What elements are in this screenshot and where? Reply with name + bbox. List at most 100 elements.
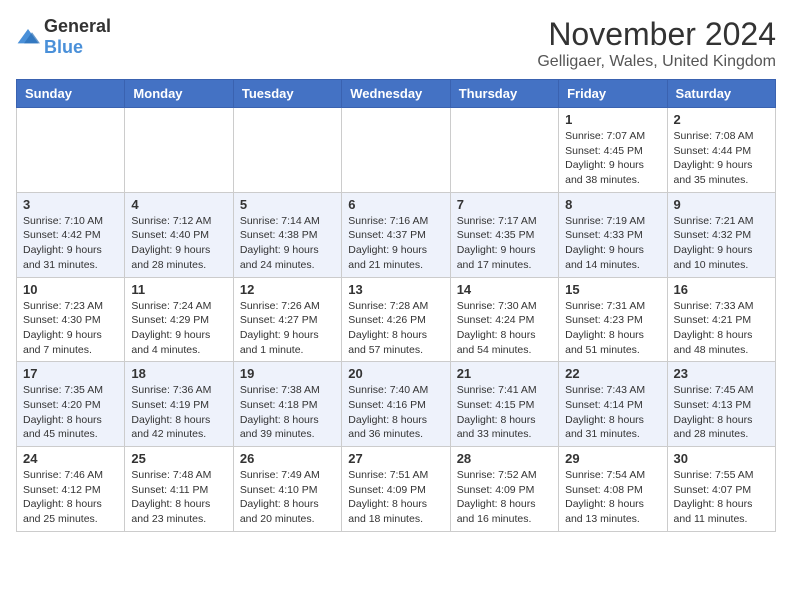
day-number: 21 [457,366,552,381]
calendar-cell: 11 Sunrise: 7:24 AM Sunset: 4:29 PM Dayli… [125,277,233,362]
calendar-cell: 9Sunrise: 7:21 AM Sunset: 4:32 PM Daylig… [667,192,775,277]
day-number: 20 [348,366,443,381]
day-info: Sunrise: 7:08 AM Sunset: 4:44 PM Dayligh… [674,129,769,188]
day-number: 23 [674,366,769,381]
calendar-cell: 18Sunrise: 7:36 AM Sunset: 4:19 PM Dayli… [125,362,233,447]
logo-blue: Blue [44,37,83,57]
calendar-cell: 25Sunrise: 7:48 AM Sunset: 4:11 PM Dayli… [125,447,233,532]
month-title: November 2024 [537,16,776,53]
calendar-cell [17,108,125,193]
calendar-week-row: 10 Sunrise: 7:23 AM Sunset: 4:30 PM Dayli… [17,277,776,362]
day-info: Sunrise: 7:07 AM Sunset: 4:45 PM Dayligh… [565,129,660,188]
calendar-cell: 14 Sunrise: 7:30 AM Sunset: 4:24 PM Dayli… [450,277,558,362]
day-number: 10 [23,282,118,297]
calendar-day-header: Saturday [667,80,775,108]
day-info: Sunrise: 7:55 AM Sunset: 4:07 PM Dayligh… [674,468,769,527]
day-info: Sunrise: 7:36 AM Sunset: 4:19 PM Dayligh… [131,383,226,442]
day-info: Sunrise: 7:26 AM Sunset: 4:27 PM Dayligh… [240,299,335,358]
calendar-cell: 13 Sunrise: 7:28 AM Sunset: 4:26 PM Dayli… [342,277,450,362]
calendar-cell: 15 Sunrise: 7:31 AM Sunset: 4:23 PM Dayli… [559,277,667,362]
calendar-cell: 2 Sunrise: 7:08 AM Sunset: 4:44 PM Daylig… [667,108,775,193]
day-info: Sunrise: 7:16 AM Sunset: 4:37 PM Dayligh… [348,214,443,273]
day-info: Sunrise: 7:54 AM Sunset: 4:08 PM Dayligh… [565,468,660,527]
day-number: 16 [674,282,769,297]
day-info: Sunrise: 7:14 AM Sunset: 4:38 PM Dayligh… [240,214,335,273]
day-number: 5 [240,197,335,212]
calendar-cell: 29 Sunrise: 7:54 AM Sunset: 4:08 PM Dayli… [559,447,667,532]
day-info: Sunrise: 7:28 AM Sunset: 4:26 PM Dayligh… [348,299,443,358]
day-info: Sunrise: 7:23 AM Sunset: 4:30 PM Dayligh… [23,299,118,358]
calendar-week-row: 1 Sunrise: 7:07 AM Sunset: 4:45 PM Daylig… [17,108,776,193]
calendar-day-header: Thursday [450,80,558,108]
calendar-cell: 21 Sunrise: 7:41 AM Sunset: 4:15 PM Dayli… [450,362,558,447]
logo-text: General Blue [44,16,111,58]
calendar-table: SundayMondayTuesdayWednesdayThursdayFrid… [16,79,776,532]
calendar-cell: 19 Sunrise: 7:38 AM Sunset: 4:18 PM Dayli… [233,362,341,447]
calendar-cell: 6 Sunrise: 7:16 AM Sunset: 4:37 PM Daylig… [342,192,450,277]
day-number: 19 [240,366,335,381]
day-number: 12 [240,282,335,297]
day-info: Sunrise: 7:51 AM Sunset: 4:09 PM Dayligh… [348,468,443,527]
calendar-cell [233,108,341,193]
calendar-day-header: Wednesday [342,80,450,108]
calendar-cell: 4Sunrise: 7:12 AM Sunset: 4:40 PM Daylig… [125,192,233,277]
calendar-cell: 5 Sunrise: 7:14 AM Sunset: 4:38 PM Daylig… [233,192,341,277]
calendar-week-row: 17Sunrise: 7:35 AM Sunset: 4:20 PM Dayli… [17,362,776,447]
day-info: Sunrise: 7:40 AM Sunset: 4:16 PM Dayligh… [348,383,443,442]
day-number: 24 [23,451,118,466]
logo-general: General [44,16,111,36]
calendar-cell: 24 Sunrise: 7:46 AM Sunset: 4:12 PM Dayli… [17,447,125,532]
calendar-cell [125,108,233,193]
calendar-cell [450,108,558,193]
day-info: Sunrise: 7:46 AM Sunset: 4:12 PM Dayligh… [23,468,118,527]
calendar-day-header: Friday [559,80,667,108]
calendar-cell: 10 Sunrise: 7:23 AM Sunset: 4:30 PM Dayli… [17,277,125,362]
calendar-day-header: Monday [125,80,233,108]
page-header: General Blue November 2024 Gelligaer, Wa… [16,16,776,71]
calendar-week-row: 24 Sunrise: 7:46 AM Sunset: 4:12 PM Dayli… [17,447,776,532]
calendar-header-row: SundayMondayTuesdayWednesdayThursdayFrid… [17,80,776,108]
day-info: Sunrise: 7:30 AM Sunset: 4:24 PM Dayligh… [457,299,552,358]
day-number: 29 [565,451,660,466]
day-number: 13 [348,282,443,297]
day-number: 6 [348,197,443,212]
calendar-cell: 3 Sunrise: 7:10 AM Sunset: 4:42 PM Daylig… [17,192,125,277]
day-number: 15 [565,282,660,297]
day-number: 9 [674,197,769,212]
calendar-cell: 20 Sunrise: 7:40 AM Sunset: 4:16 PM Dayli… [342,362,450,447]
day-number: 3 [23,197,118,212]
day-number: 7 [457,197,552,212]
calendar-cell: 27 Sunrise: 7:51 AM Sunset: 4:09 PM Dayli… [342,447,450,532]
day-info: Sunrise: 7:38 AM Sunset: 4:18 PM Dayligh… [240,383,335,442]
day-number: 11 [131,282,226,297]
day-number: 28 [457,451,552,466]
day-info: Sunrise: 7:49 AM Sunset: 4:10 PM Dayligh… [240,468,335,527]
calendar-cell: 30Sunrise: 7:55 AM Sunset: 4:07 PM Dayli… [667,447,775,532]
title-block: November 2024 Gelligaer, Wales, United K… [537,16,776,71]
calendar-cell [342,108,450,193]
day-number: 1 [565,112,660,127]
calendar-cell: 8Sunrise: 7:19 AM Sunset: 4:33 PM Daylig… [559,192,667,277]
calendar-cell: 16 Sunrise: 7:33 AM Sunset: 4:21 PM Dayli… [667,277,775,362]
logo-icon [16,27,40,47]
day-number: 22 [565,366,660,381]
day-info: Sunrise: 7:24 AM Sunset: 4:29 PM Dayligh… [131,299,226,358]
calendar-cell: 22 Sunrise: 7:43 AM Sunset: 4:14 PM Dayli… [559,362,667,447]
day-info: Sunrise: 7:17 AM Sunset: 4:35 PM Dayligh… [457,214,552,273]
calendar-cell: 23 Sunrise: 7:45 AM Sunset: 4:13 PM Dayli… [667,362,775,447]
location: Gelligaer, Wales, United Kingdom [537,53,776,71]
calendar-day-header: Tuesday [233,80,341,108]
day-info: Sunrise: 7:31 AM Sunset: 4:23 PM Dayligh… [565,299,660,358]
calendar-cell: 12 Sunrise: 7:26 AM Sunset: 4:27 PM Dayli… [233,277,341,362]
day-info: Sunrise: 7:45 AM Sunset: 4:13 PM Dayligh… [674,383,769,442]
day-info: Sunrise: 7:33 AM Sunset: 4:21 PM Dayligh… [674,299,769,358]
day-info: Sunrise: 7:43 AM Sunset: 4:14 PM Dayligh… [565,383,660,442]
day-number: 2 [674,112,769,127]
day-info: Sunrise: 7:10 AM Sunset: 4:42 PM Dayligh… [23,214,118,273]
day-number: 14 [457,282,552,297]
calendar-cell: 1 Sunrise: 7:07 AM Sunset: 4:45 PM Daylig… [559,108,667,193]
day-number: 27 [348,451,443,466]
day-number: 4 [131,197,226,212]
day-info: Sunrise: 7:41 AM Sunset: 4:15 PM Dayligh… [457,383,552,442]
calendar-cell: 7 Sunrise: 7:17 AM Sunset: 4:35 PM Daylig… [450,192,558,277]
